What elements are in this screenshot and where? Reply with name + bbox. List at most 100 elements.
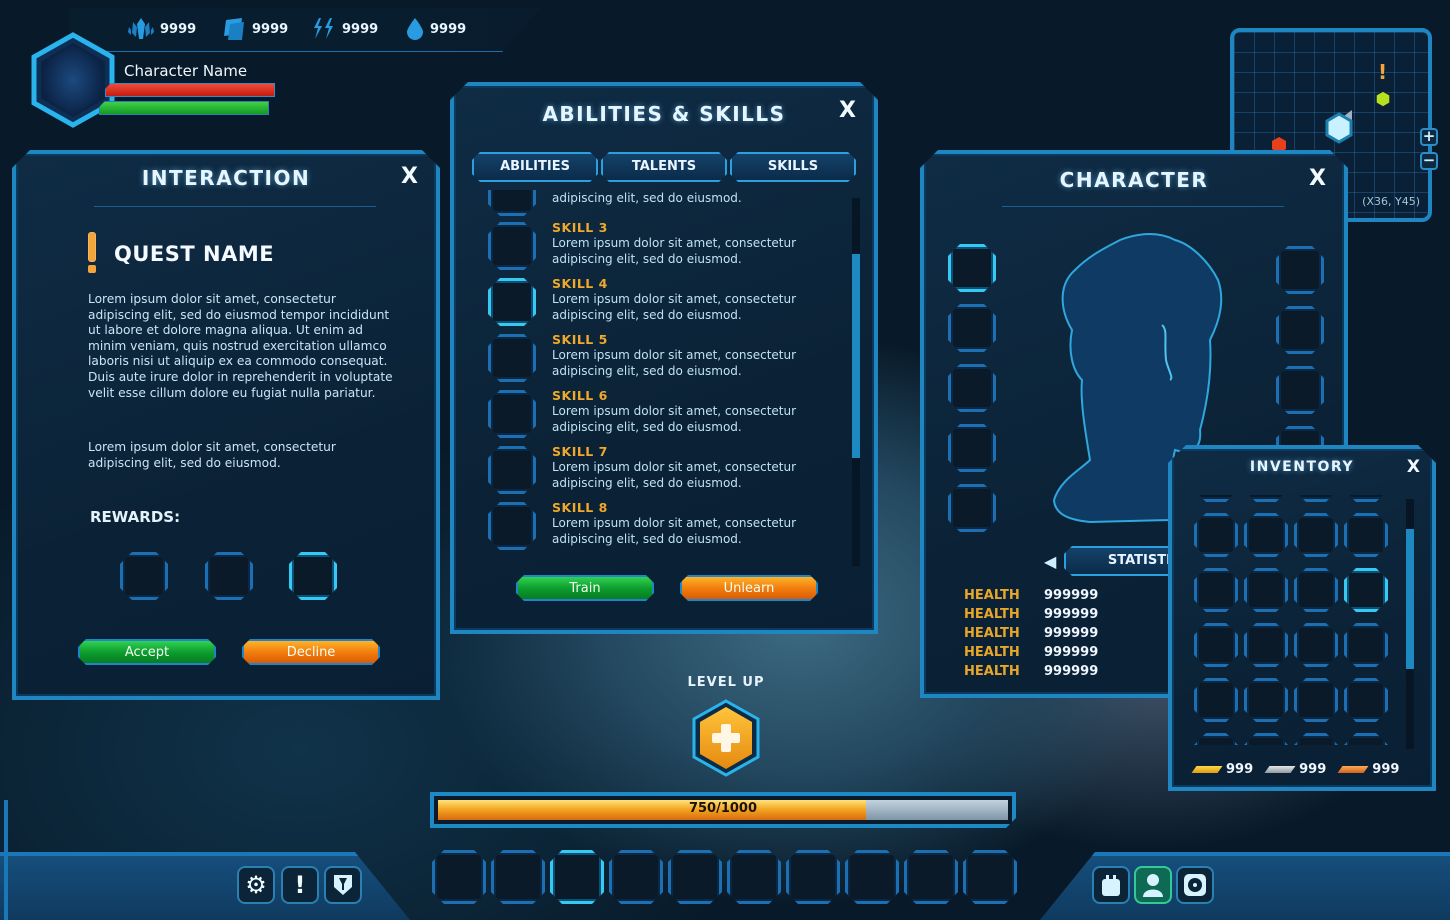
portal-button[interactable] xyxy=(1176,866,1214,904)
inventory-slot[interactable] xyxy=(1344,678,1388,722)
inventory-slot[interactable] xyxy=(1344,513,1388,557)
inventory-button[interactable] xyxy=(1092,866,1130,904)
zoom-in-button[interactable]: + xyxy=(1420,128,1438,146)
inventory-slot[interactable] xyxy=(1244,623,1288,667)
reward-slot[interactable] xyxy=(289,552,337,600)
inventory-slot[interactable] xyxy=(1194,623,1238,667)
quest-name: QUEST NAME xyxy=(114,242,275,266)
inventory-slot[interactable] xyxy=(1344,495,1388,502)
hotbar xyxy=(432,848,1022,904)
equipment-slot[interactable] xyxy=(1276,366,1324,414)
inventory-slot[interactable] xyxy=(1294,733,1338,745)
hotbar-slot[interactable] xyxy=(963,850,1017,904)
skill-name: SKILL 6 xyxy=(552,388,608,403)
equipment-slot[interactable] xyxy=(948,424,996,472)
inventory-slot[interactable] xyxy=(1244,568,1288,612)
hotbar-slot[interactable] xyxy=(609,850,663,904)
alert-icon: ! xyxy=(294,871,306,899)
decline-button[interactable]: Decline xyxy=(242,639,380,665)
close-icon[interactable]: X xyxy=(401,164,418,189)
equipment-slot[interactable] xyxy=(948,484,996,532)
scrollbar[interactable] xyxy=(852,198,860,566)
stat-row: HEALTH 999999 xyxy=(964,605,1098,624)
settings-button[interactable]: ⚙ xyxy=(237,866,275,904)
close-icon[interactable]: X xyxy=(1407,457,1420,477)
panel-title: INTERACTION xyxy=(141,166,311,190)
alerts-button[interactable]: ! xyxy=(281,866,319,904)
hotbar-slot[interactable] xyxy=(786,850,840,904)
hotbar-slot[interactable] xyxy=(904,850,958,904)
achievements-button[interactable] xyxy=(324,866,362,904)
inventory-slot[interactable] xyxy=(1294,623,1338,667)
train-button[interactable]: Train xyxy=(516,575,654,601)
hotbar-slot[interactable] xyxy=(491,850,545,904)
inventory-slot[interactable] xyxy=(1294,678,1338,722)
inventory-slot[interactable] xyxy=(1244,678,1288,722)
inventory-slot[interactable] xyxy=(1244,495,1288,502)
quest-marker[interactable]: ! xyxy=(1378,60,1387,84)
skill-description: Lorem ipsum dolor sit amet, consectetur … xyxy=(552,516,797,546)
stats-prev-icon[interactable]: ◀ xyxy=(1044,552,1056,571)
hotbar-slot[interactable] xyxy=(432,850,486,904)
stat-value: 999999 xyxy=(1044,664,1099,679)
reward-slot[interactable] xyxy=(120,552,168,600)
inventory-slot[interactable] xyxy=(1344,568,1388,612)
skill-slot[interactable] xyxy=(488,502,536,550)
bottom-left-frame xyxy=(4,800,18,920)
equipment-slot[interactable] xyxy=(1276,306,1324,354)
quest-description: Lorem ipsum dolor sit amet, consectetur … xyxy=(88,292,393,400)
inventory-slot[interactable] xyxy=(1344,733,1388,745)
inventory-slot[interactable] xyxy=(1194,678,1238,722)
skill-slot[interactable] xyxy=(488,222,536,270)
skill-slot[interactable] xyxy=(488,390,536,438)
inventory-slot[interactable] xyxy=(1294,495,1338,502)
close-icon[interactable]: X xyxy=(1309,166,1326,191)
skill-name: SKILL 3 xyxy=(552,220,608,235)
equipment-slot[interactable] xyxy=(948,244,996,292)
tab-talents[interactable]: TALENTS xyxy=(601,152,727,182)
scrollbar-thumb[interactable] xyxy=(852,254,860,458)
hotbar-slot[interactable] xyxy=(550,850,604,904)
skill-slot[interactable] xyxy=(488,190,536,216)
accept-button[interactable]: Accept xyxy=(78,639,216,665)
inventory-slot[interactable] xyxy=(1194,733,1238,745)
inventory-slot[interactable] xyxy=(1294,513,1338,557)
inventory-slot[interactable] xyxy=(1194,513,1238,557)
close-icon[interactable]: X xyxy=(839,98,856,123)
skill-slot[interactable] xyxy=(488,278,536,326)
resource-energy: 9999 xyxy=(312,18,378,40)
tab-skills[interactable]: SKILLS xyxy=(730,152,856,182)
hotbar-slot[interactable] xyxy=(845,850,899,904)
xp-bar: 750/1000 xyxy=(430,792,1016,828)
equipment-slot[interactable] xyxy=(948,304,996,352)
stat-row: HEALTH 999999 xyxy=(964,662,1098,681)
quest-marker-icon xyxy=(88,232,98,274)
inventory-slot[interactable] xyxy=(1344,623,1388,667)
tab-abilities[interactable]: ABILITIES xyxy=(472,152,598,182)
character-button[interactable] xyxy=(1134,866,1172,904)
reward-slot[interactable] xyxy=(205,552,253,600)
npc-marker-icon[interactable] xyxy=(1374,90,1392,108)
stat-label: HEALTH xyxy=(964,588,1020,603)
hotbar-slot[interactable] xyxy=(668,850,722,904)
zoom-out-button[interactable]: − xyxy=(1420,152,1438,170)
inventory-slot[interactable] xyxy=(1294,568,1338,612)
hotbar-slot[interactable] xyxy=(727,850,781,904)
unlearn-button[interactable]: Unlearn xyxy=(680,575,818,601)
inventory-slot[interactable] xyxy=(1194,568,1238,612)
equipment-slot[interactable] xyxy=(1276,246,1324,294)
skill-slot[interactable] xyxy=(488,446,536,494)
currency-value: 999 xyxy=(1299,762,1327,777)
inventory-slot[interactable] xyxy=(1244,513,1288,557)
bronze-bar-icon xyxy=(1338,766,1369,773)
inventory-slot[interactable] xyxy=(1194,495,1238,502)
inventory-slot[interactable] xyxy=(1244,733,1288,745)
scrollbar-thumb[interactable] xyxy=(1406,529,1414,669)
resource-value: 9999 xyxy=(342,21,379,37)
level-up-button[interactable] xyxy=(690,698,762,778)
quest-description-secondary: Lorem ipsum dolor sit amet, consectetur … xyxy=(88,440,336,470)
scrollbar[interactable] xyxy=(1406,499,1414,749)
equipment-slot[interactable] xyxy=(948,364,996,412)
stat-label: HEALTH xyxy=(964,664,1020,679)
skill-slot[interactable] xyxy=(488,334,536,382)
